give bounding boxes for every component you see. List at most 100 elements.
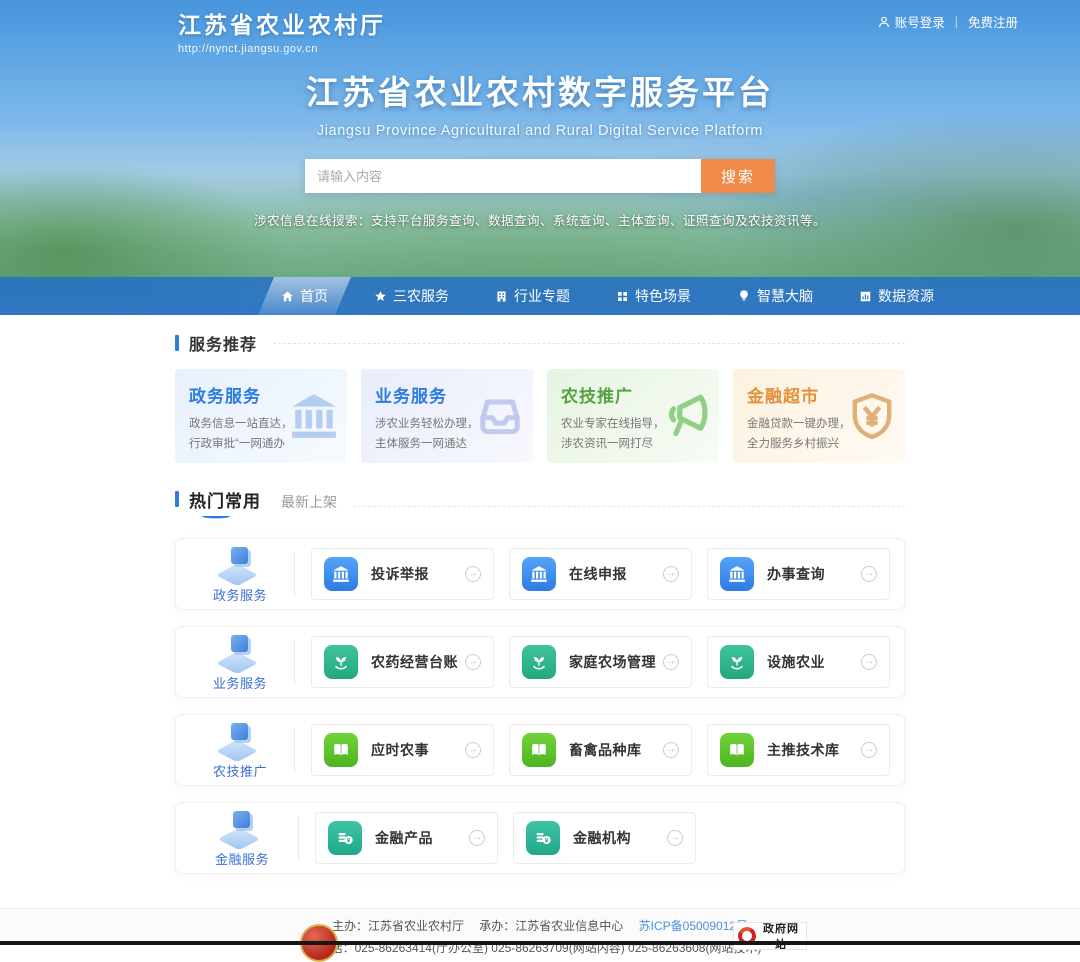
book-icon — [728, 741, 746, 759]
arrow-icon: → — [861, 566, 877, 582]
arrow-icon: → — [663, 742, 679, 758]
platform-subtitle: Jiangsu Province Agricultural and Rural … — [0, 123, 1080, 139]
category-business: 业务服务 — [190, 632, 290, 692]
category-government: 政务服务 — [190, 544, 290, 604]
bank-icon — [728, 565, 746, 583]
service-label: 在线申报 — [569, 564, 663, 584]
search-button[interactable]: 搜索 — [701, 159, 775, 193]
category-agritech: 农技推广 — [190, 720, 290, 780]
nav-item-sannong[interactable]: 三农服务 — [351, 277, 472, 315]
agritech-3d-icon — [217, 720, 263, 760]
nav-item-data[interactable]: 数据资源 — [836, 277, 957, 315]
section-accent-bar — [175, 491, 179, 507]
service-card-tech-db[interactable]: 主推技术库 → — [707, 724, 890, 776]
svg-text:¥: ¥ — [545, 837, 549, 844]
bank-icon — [332, 565, 350, 583]
main-content: 服务推荐 政务服务 政务信息一站直达， 行政审批“一网通办 业务服务 涉农业务轻… — [175, 315, 905, 874]
hot-row-finance: 金融服务 ¥ 金融产品 → ¥ 金融机构 → — [175, 802, 905, 874]
footer-organizer: 承办：江苏省农业信息中心 — [479, 919, 623, 933]
nav-item-industry[interactable]: 行业专题 — [472, 277, 593, 315]
nav-label: 智慧大脑 — [757, 286, 813, 306]
search-input[interactable] — [305, 159, 701, 193]
promo-card-business[interactable]: 业务服务 涉农业务轻松办理， 主体服务一网通达 — [361, 369, 533, 463]
section-accent-bar — [175, 335, 179, 351]
service-items: 应时农事 → 畜禽品种库 → 主推技术库 → — [311, 724, 890, 776]
bank-icon — [289, 391, 339, 441]
recommend-title: 服务推荐 — [189, 331, 257, 355]
service-label: 设施农业 — [767, 652, 861, 672]
service-items: 投诉举报 → 在线申报 → 办事查询 → — [311, 548, 890, 600]
sprout-icon — [728, 653, 746, 671]
megaphone-icon — [659, 390, 711, 442]
service-card-fin-products[interactable]: ¥ 金融产品 → — [315, 812, 498, 864]
home-icon — [281, 290, 294, 303]
service-card-pesticide-ledger[interactable]: 农药经营台账 → — [311, 636, 494, 688]
category-label: 金融服务 — [215, 849, 269, 868]
platform-title: 江苏省农业农村数字服务平台 — [0, 66, 1080, 114]
service-card-declare[interactable]: 在线申报 → — [509, 548, 692, 600]
service-card-fin-institutions[interactable]: ¥ 金融机构 → — [513, 812, 696, 864]
vertical-divider — [294, 728, 295, 772]
business-3d-icon — [217, 632, 263, 672]
brain-icon — [737, 289, 751, 303]
book-icon — [332, 741, 350, 759]
sprout-icon — [530, 653, 548, 671]
service-label: 金融机构 — [573, 828, 667, 848]
promo-cards: 政务服务 政务信息一站直达， 行政审批“一网通办 业务服务 涉农业务轻松办理， … — [175, 369, 905, 463]
arrow-icon: → — [465, 742, 481, 758]
service-card-family-farm[interactable]: 家庭农场管理 → — [509, 636, 692, 688]
service-card-facility-agri[interactable]: 设施农业 → — [707, 636, 890, 688]
arrow-icon: → — [861, 742, 877, 758]
data-chart-icon — [859, 290, 872, 303]
service-label: 畜禽品种库 — [569, 740, 663, 760]
shield-yuan-icon — [847, 391, 897, 441]
arrow-icon: → — [861, 654, 877, 670]
nav-label: 三农服务 — [393, 286, 449, 306]
hot-title[interactable]: 热门常用 — [189, 487, 261, 520]
promo-card-finance[interactable]: 金融超市 金融贷款一键办理， 全力服务乡村振兴 — [733, 369, 905, 463]
nav-item-home[interactable]: 首页 — [258, 277, 351, 315]
sprout-icon — [332, 653, 350, 671]
service-items: ¥ 金融产品 → ¥ 金融机构 → — [315, 812, 890, 864]
vertical-divider — [294, 552, 295, 596]
main-nav: 首页 三农服务 行业专题 特色场景 智慧大脑 数据资源 — [0, 277, 1080, 315]
finance-3d-icon — [219, 808, 265, 848]
dotted-divider — [353, 506, 905, 507]
promo-card-government[interactable]: 政务服务 政务信息一站直达， 行政审批“一网通办 — [175, 369, 347, 463]
category-finance: 金融服务 — [190, 808, 294, 868]
dotted-divider — [273, 343, 905, 344]
service-label: 应时农事 — [371, 740, 465, 760]
nav-label: 特色场景 — [635, 286, 691, 306]
bottom-edge-strip — [0, 941, 1080, 945]
arrow-icon: → — [663, 566, 679, 582]
nav-item-scenes[interactable]: 特色场景 — [593, 277, 714, 315]
service-card-complaint[interactable]: 投诉举报 → — [311, 548, 494, 600]
gov-website-badge[interactable]: 政府网站 — [733, 922, 807, 950]
recommend-section-header: 服务推荐 — [175, 331, 905, 355]
hot-row-agritech: 农技推广 应时农事 → 畜禽品种库 → 主推技术库 → — [175, 714, 905, 786]
gov-badge-label: 政府网站 — [760, 922, 802, 950]
hot-row-business: 业务服务 农药经营台账 → 家庭农场管理 → 设施农业 → — [175, 626, 905, 698]
vertical-divider — [294, 640, 295, 684]
footer-line1: 主办：江苏省农业农村厅 承办：江苏省农业信息中心 苏ICP备05009012号 — [0, 917, 1080, 934]
nav-item-brain[interactable]: 智慧大脑 — [714, 277, 836, 315]
service-card-livestock-db[interactable]: 畜禽品种库 → — [509, 724, 692, 776]
category-label: 农技推广 — [213, 761, 267, 780]
service-card-seasonal-farming[interactable]: 应时农事 → — [311, 724, 494, 776]
book-icon — [530, 741, 548, 759]
arrow-icon: → — [465, 566, 481, 582]
nav-label: 首页 — [300, 286, 328, 306]
service-label: 办事查询 — [767, 564, 861, 584]
service-card-inquiry[interactable]: 办事查询 → — [707, 548, 890, 600]
coins-yuan-icon: ¥ — [336, 829, 354, 847]
government-3d-icon — [217, 544, 263, 584]
building-icon — [495, 290, 508, 303]
search-hint: 涉农信息在线搜索：支持平台服务查询、数据查询、系统查询、主体查询、证照查询及农技… — [0, 210, 1080, 229]
tab-newest[interactable]: 最新上架 — [281, 492, 337, 512]
hero-content: 江苏省农业农村数字服务平台 Jiangsu Province Agricultu… — [0, 0, 1080, 229]
icp-link[interactable]: 苏ICP备05009012号 — [639, 919, 748, 933]
category-label: 政务服务 — [213, 585, 267, 604]
footer-host: 主办：江苏省农业农村厅 — [332, 919, 464, 933]
promo-card-agritech[interactable]: 农技推广 农业专家在线指导， 涉农资讯一网打尽 — [547, 369, 719, 463]
arrow-icon: → — [667, 830, 683, 846]
